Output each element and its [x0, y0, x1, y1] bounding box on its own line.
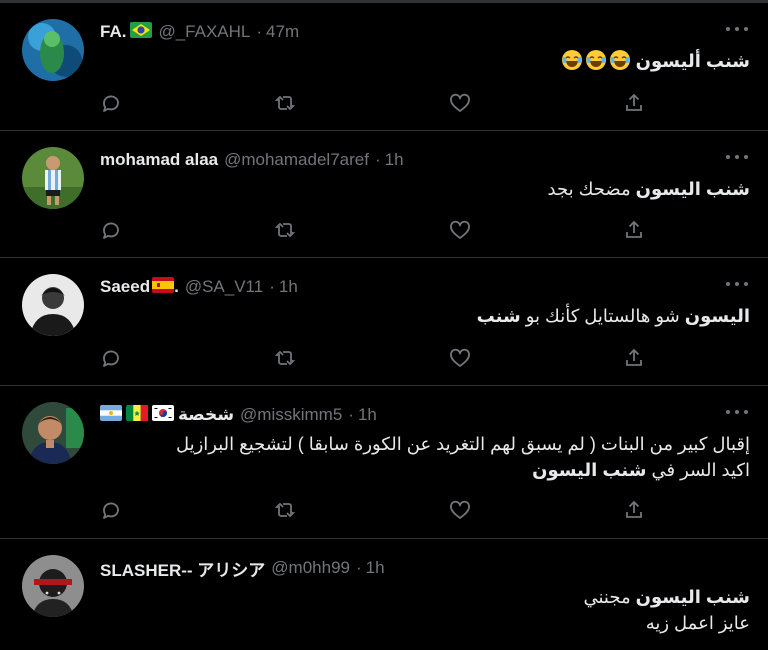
- separator-dot: ·: [374, 150, 381, 169]
- like-icon[interactable]: [449, 219, 471, 241]
- tweet-text: اليسون شو هالستايل كأنك بو شنب: [477, 303, 750, 329]
- avatar[interactable]: [22, 274, 84, 336]
- tweet[interactable]: شخصة @misskimm5 · 1h إقبال كبير من البنا…: [0, 386, 768, 539]
- laughing-emoji-icon: [609, 50, 630, 70]
- tweet-text-line: شنب اليسون مجنني: [584, 584, 751, 610]
- reply-icon[interactable]: [100, 347, 122, 369]
- retweet-icon[interactable]: [274, 92, 296, 114]
- timestamp[interactable]: 1h: [366, 558, 385, 578]
- display-name[interactable]: SLASHER-- アリシア: [100, 556, 265, 581]
- tweet-text: شنب اليسون مضحك بجد: [548, 176, 750, 202]
- tweet-text-bold: شنب اليسون: [635, 179, 750, 199]
- tweet-text-bold: شنب اليسون: [635, 587, 750, 607]
- avatar[interactable]: [22, 402, 84, 464]
- timestamp[interactable]: 1h: [385, 150, 404, 170]
- tweet-text-bold: شنب أليسون: [635, 51, 750, 71]
- share-icon[interactable]: [623, 499, 645, 521]
- tweet-text-bold: شنب اليسون: [532, 460, 647, 480]
- tweet-text-bold: شنب: [476, 306, 521, 326]
- tweet-actions: [100, 92, 660, 114]
- avatar[interactable]: [22, 19, 84, 81]
- tweet[interactable]: FA. @_FAXAHL · 47m شنب أليسون: [0, 3, 768, 131]
- avatar[interactable]: [22, 147, 84, 209]
- more-options-icon[interactable]: [726, 280, 748, 288]
- username[interactable]: @mohamadel7aref: [224, 150, 369, 170]
- username[interactable]: @SA_V11: [185, 277, 263, 297]
- senegal-flag-icon: [126, 404, 148, 426]
- argentina-flag-icon: [100, 404, 122, 426]
- share-icon[interactable]: [623, 219, 645, 241]
- display-name[interactable]: FA.: [100, 22, 126, 42]
- display-name[interactable]: Saeed: [100, 277, 150, 297]
- like-icon[interactable]: [449, 499, 471, 521]
- timestamp[interactable]: 47m: [266, 22, 299, 42]
- tweet-text: شنب أليسون: [559, 48, 750, 74]
- display-name-suffix: .: [174, 277, 179, 296]
- username[interactable]: @_FAXAHL: [158, 22, 250, 42]
- tweet[interactable]: Saeed . @SA_V11 · 1h اليسون شو هالستايل …: [0, 258, 768, 386]
- tweet-text-rest: مجنني: [583, 587, 636, 607]
- tweet-actions: [100, 347, 660, 369]
- retweet-icon[interactable]: [274, 219, 296, 241]
- separator-dot: ·: [256, 22, 263, 41]
- tweet-text: شنب اليسون مجنني عايز اعمل زيه: [584, 584, 751, 636]
- tweet-text-line: إقبال كبير من البنات ( لم يسبق لهم التغر…: [176, 431, 750, 457]
- south-korea-flag-icon: [152, 404, 174, 426]
- tweet-header: SLASHER-- アリシア @m0hh99 · 1h: [100, 556, 385, 581]
- like-icon[interactable]: [449, 347, 471, 369]
- tweet-header: شخصة @misskimm5 · 1h: [100, 404, 377, 426]
- tweet-text-line: اكيد السر في شنب اليسون: [176, 457, 750, 483]
- timestamp[interactable]: 1h: [279, 277, 298, 297]
- separator-dot: ·: [269, 277, 275, 296]
- more-options-icon[interactable]: [726, 408, 748, 416]
- tweet-header: mohamad alaa @mohamadel7aref · 1h: [100, 149, 404, 171]
- share-icon[interactable]: [623, 347, 645, 369]
- emoji-group: [559, 50, 631, 71]
- tweet-actions: [100, 219, 660, 241]
- tweet[interactable]: mohamad alaa @mohamadel7aref · 1h شنب ال…: [0, 131, 768, 258]
- tweet-header: Saeed . @SA_V11 · 1h: [100, 276, 298, 298]
- tweet-text-rest: اكيد السر في: [646, 460, 750, 480]
- tweet-text-rest: مضحك بجد: [547, 179, 636, 199]
- tweet-text-rest: إقبال كبير من البنات ( لم يسبق لهم التغر…: [175, 434, 750, 454]
- separator-dot: ·: [348, 405, 354, 424]
- more-options-icon[interactable]: [726, 153, 748, 161]
- tweet-text-rest: شو هالستايل كأنك بو: [520, 306, 685, 326]
- laughing-emoji-icon: [561, 50, 582, 70]
- display-name[interactable]: mohamad alaa: [100, 150, 218, 170]
- tweet-text: إقبال كبير من البنات ( لم يسبق لهم التغر…: [176, 431, 750, 483]
- laughing-emoji-icon: [585, 50, 606, 70]
- avatar[interactable]: [22, 555, 84, 617]
- more-options-icon[interactable]: [726, 25, 748, 33]
- username[interactable]: @misskimm5: [240, 405, 342, 425]
- timestamp[interactable]: 1h: [358, 405, 377, 425]
- tweet-header: FA. @_FAXAHL · 47m: [100, 21, 299, 43]
- retweet-icon[interactable]: [274, 347, 296, 369]
- separator-dot: ·: [355, 558, 362, 577]
- tweet-text-line: عايز اعمل زيه: [584, 610, 750, 636]
- like-icon[interactable]: [449, 92, 471, 114]
- reply-icon[interactable]: [100, 499, 122, 521]
- brazil-flag-icon: [130, 21, 153, 43]
- tweet[interactable]: SLASHER-- アリシア @m0hh99 · 1h شنب اليسون م…: [0, 539, 768, 650]
- reply-icon[interactable]: [100, 92, 122, 114]
- display-name[interactable]: شخصة: [178, 405, 234, 425]
- username[interactable]: @m0hh99: [271, 558, 350, 578]
- reply-icon[interactable]: [100, 219, 122, 241]
- spain-flag-icon: [152, 276, 175, 298]
- retweet-icon[interactable]: [274, 499, 296, 521]
- tweet-text-bold: اليسون: [684, 306, 750, 326]
- tweet-text-rest: عايز اعمل زيه: [645, 613, 750, 633]
- tweet-actions: [100, 499, 660, 521]
- share-icon[interactable]: [623, 92, 645, 114]
